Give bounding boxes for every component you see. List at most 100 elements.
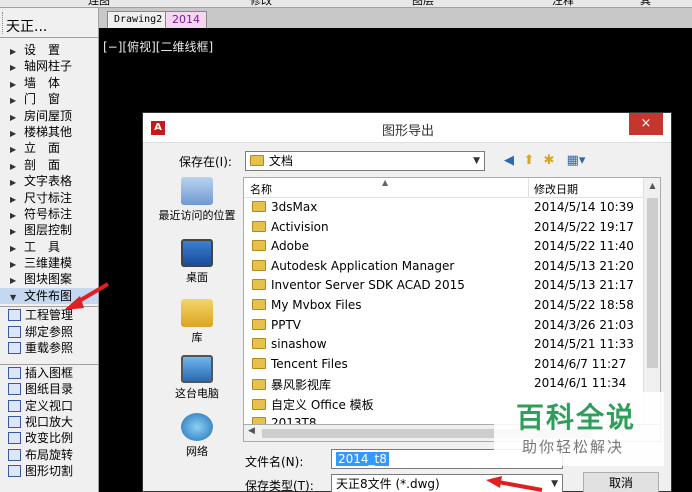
- place-this-pc[interactable]: 这台电脑: [151, 355, 243, 401]
- top-menu-strip: 连图 修改 图层 注释 其: [0, 0, 692, 8]
- file-row[interactable]: Inventor Server SDK ACAD 2015 2014/5/13 2…: [244, 276, 660, 296]
- folder-icon: [252, 357, 266, 369]
- tool-icon: [8, 432, 21, 445]
- panel-submenu-item[interactable]: 图纸目录: [0, 381, 98, 397]
- red-arrow-icon: [486, 476, 543, 492]
- place-recent[interactable]: 最近访问的位置: [151, 177, 243, 223]
- close-button[interactable]: ×: [629, 113, 663, 135]
- panel-menu-item[interactable]: ▶ 文字表格: [0, 173, 98, 189]
- file-name: 3dsMax: [271, 200, 318, 214]
- up-folder-icon[interactable]: ⬆: [521, 153, 537, 169]
- dialog-title: 图形导出: [381, 124, 434, 139]
- panel-submenu-item[interactable]: 改变比例: [0, 430, 98, 446]
- tool-icon: [8, 367, 21, 380]
- file-row[interactable]: 3dsMax 2014/5/14 10:39: [244, 198, 660, 218]
- file-date: 2014/5/22 11:40: [534, 239, 634, 254]
- file-date: 2014/6/7 11:27: [534, 356, 627, 371]
- folder-icon: [252, 259, 266, 271]
- file-name: Autodesk Application Manager: [271, 258, 455, 273]
- file-name: Tencent Files: [271, 356, 348, 371]
- scroll-left-icon[interactable]: ◀: [248, 426, 255, 436]
- viewport-label[interactable]: [−][俯视][二维线框]: [103, 38, 213, 55]
- new-folder-icon[interactable]: ✱: [541, 153, 557, 169]
- place-library[interactable]: 库: [151, 299, 243, 345]
- panel-submenu-item[interactable]: 绑定参照: [0, 324, 98, 340]
- file-row[interactable]: Activision 2014/5/22 19:17: [244, 218, 660, 238]
- top-menu-item[interactable]: 连图: [88, 0, 110, 7]
- chevron-down-icon: ▼: [10, 292, 17, 302]
- folder-icon: [252, 220, 266, 232]
- panel-submenu-item[interactable]: 重载参照: [0, 340, 98, 356]
- tool-icon: [8, 448, 21, 461]
- panel-menu-item[interactable]: ▶ 轴网柱子: [0, 58, 98, 74]
- file-row[interactable]: PPTV 2014/3/26 21:03: [244, 316, 660, 336]
- panel-menu-item[interactable]: ▶ 图层控制: [0, 222, 98, 238]
- folder-icon: [252, 298, 266, 310]
- panel-menu-item[interactable]: ▶ 立 面: [0, 140, 98, 156]
- file-date: 2014/5/22 19:17: [534, 219, 634, 234]
- top-menu-item[interactable]: 修改: [250, 0, 272, 7]
- drawing-tabs: Drawing2 2014: [99, 8, 692, 28]
- panel-submenu-item[interactable]: 插入图框: [0, 365, 98, 381]
- save-in-dropdown[interactable]: 文档 ▼: [245, 151, 485, 171]
- tool-icon: [8, 399, 21, 412]
- top-menu-item[interactable]: 其: [640, 0, 651, 7]
- folder-icon: [252, 279, 266, 291]
- panel-submenu-item[interactable]: 视口放大: [0, 414, 98, 430]
- scroll-up-icon[interactable]: ▲: [644, 181, 660, 190]
- scroll-thumb[interactable]: [647, 198, 658, 368]
- folder-icon: [252, 338, 266, 350]
- vertical-scrollbar[interactable]: ▲: [643, 178, 660, 424]
- network-icon: [181, 413, 213, 441]
- file-list-header: 名称 ▲ 修改日期: [244, 178, 660, 198]
- top-menu-item[interactable]: 图层: [412, 0, 434, 7]
- file-row[interactable]: Autodesk Application Manager 2014/5/13 21…: [244, 257, 660, 277]
- panel-menu-item[interactable]: ▶ 房间屋顶: [0, 108, 98, 124]
- file-row[interactable]: Adobe 2014/5/22 11:40: [244, 237, 660, 257]
- panel-menu-item[interactable]: ▶ 符号标注: [0, 206, 98, 222]
- dialog-titlebar: A 图形导出 ×: [143, 113, 671, 143]
- back-icon[interactable]: ◀: [501, 153, 517, 169]
- panel-menu-item[interactable]: ▶ 工 具: [0, 239, 98, 255]
- tianzheng-panel: 天正... ▶ 设 置 ▶ 轴网柱子 ▶ 墙 体 ▶ 门 窗 ▶ 房间屋顶 ▶ 楼梯其他 ▶ 立 面 ▶ 剖 …: [0, 8, 99, 492]
- panel-menu-item[interactable]: ▶ 楼梯其他: [0, 124, 98, 140]
- panel-menu-item[interactable]: ▶ 墙 体: [0, 75, 98, 91]
- place-network[interactable]: 网络: [151, 413, 243, 459]
- file-row[interactable]: 暴风影视库 2014/6/1 11:34: [244, 374, 660, 394]
- file-row[interactable]: My Mvbox Files 2014/5/22 18:58: [244, 296, 660, 316]
- file-name: My Mvbox Files: [271, 297, 362, 312]
- panel-submenu-item[interactable]: 图形切割: [0, 463, 98, 479]
- tool-icon: [8, 309, 21, 322]
- panel-menu-item[interactable]: ▶ 门 窗: [0, 91, 98, 107]
- grip-handle[interactable]: [2, 12, 4, 34]
- tab-drawing2[interactable]: Drawing2: [107, 11, 170, 28]
- filetype-label: 保存类型(T):: [245, 479, 314, 492]
- panel-submenu-2: 插入图框图纸目录定义视口视口放大改变比例布局旋转图形切割: [0, 364, 98, 479]
- panel-menu-item[interactable]: ▶ 三维建模: [0, 255, 98, 271]
- panel-submenu-item[interactable]: 定义视口: [0, 398, 98, 414]
- column-name[interactable]: 名称: [250, 181, 272, 197]
- panel-menu-item[interactable]: ▶ 设 置: [0, 42, 98, 58]
- panel-menu-item[interactable]: ▶ 剖 面: [0, 157, 98, 173]
- top-menu-item[interactable]: 注释: [552, 0, 574, 7]
- file-row[interactable]: sinashow 2014/5/21 11:33: [244, 335, 660, 355]
- view-menu-icon[interactable]: ▦▾: [563, 153, 589, 169]
- file-date: 2014/5/13 21:17: [534, 278, 634, 293]
- place-desktop[interactable]: 桌面: [151, 239, 243, 285]
- file-date: 2014/5/13 21:20: [534, 258, 634, 273]
- folder-icon: [252, 398, 266, 410]
- panel-title: 天正...: [0, 8, 98, 38]
- file-row[interactable]: Tencent Files 2014/6/7 11:27: [244, 355, 660, 375]
- tool-icon: [8, 416, 21, 429]
- library-icon: [181, 299, 213, 327]
- tab-2014[interactable]: 2014: [165, 11, 207, 28]
- panel-menu-item[interactable]: ▶ 尺寸标注: [0, 190, 98, 206]
- file-name: 2013T8: [271, 415, 317, 425]
- folder-icon: [252, 201, 266, 212]
- panel-submenu-item[interactable]: 布局旋转: [0, 447, 98, 463]
- chevron-down-icon: ▼: [473, 156, 480, 166]
- column-date[interactable]: 修改日期: [534, 181, 578, 197]
- watermark-subtitle: 助你轻松解决: [522, 438, 625, 456]
- red-arrow-icon: [64, 282, 110, 310]
- cancel-button[interactable]: 取消: [583, 472, 659, 492]
